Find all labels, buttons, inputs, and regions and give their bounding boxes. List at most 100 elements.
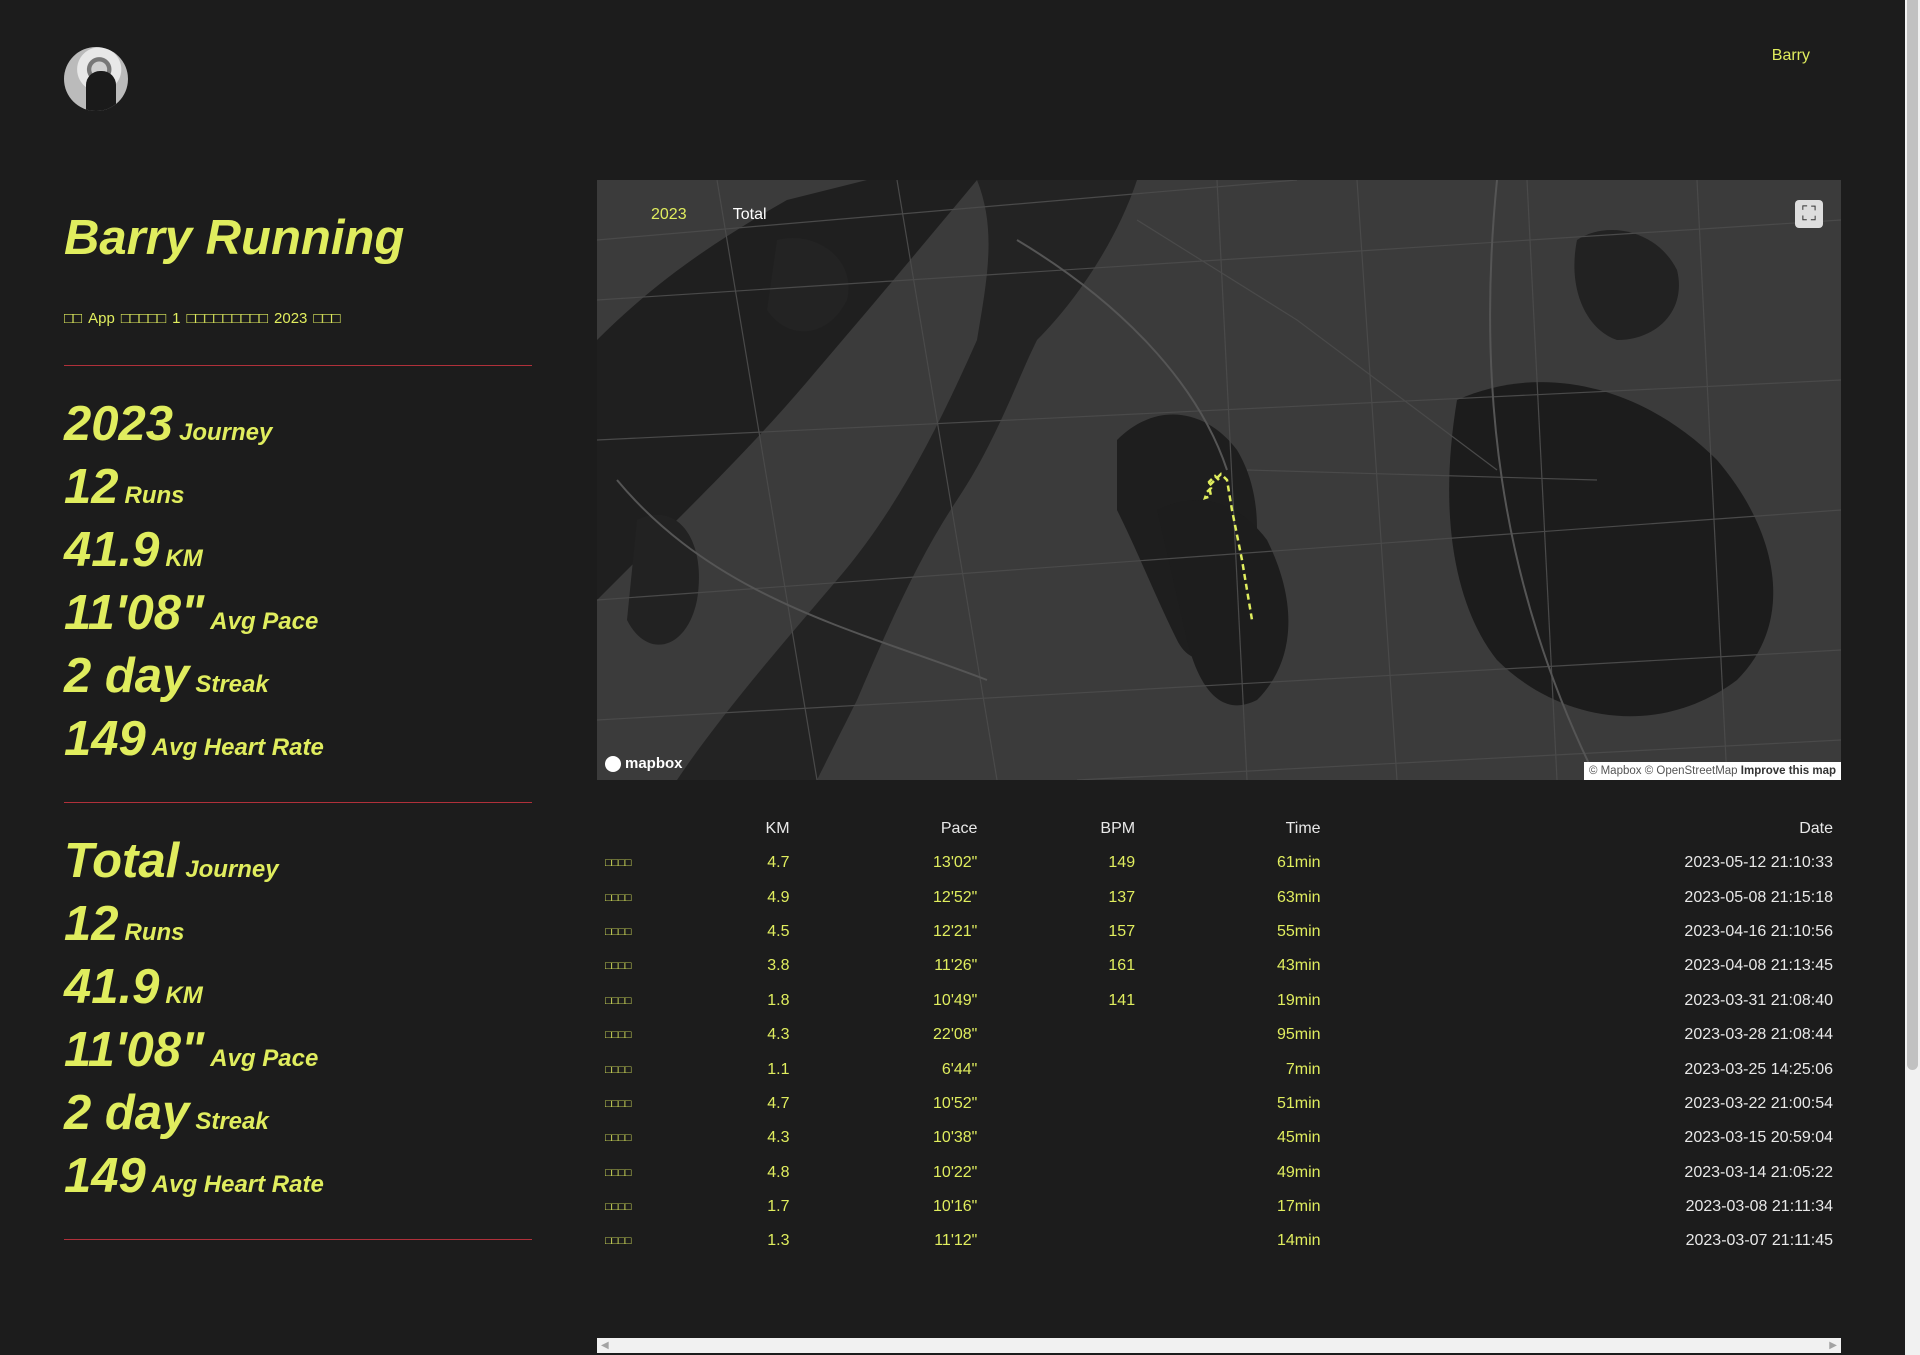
stat-label: Runs [124, 919, 185, 946]
stat-label: Avg Pace [210, 1045, 319, 1072]
table-row[interactable]: □□□□ 4.7 13'02" 149 61min 2023-05-12 21:10:33 [597, 846, 1841, 880]
mapbox-icon [605, 755, 621, 772]
tab-total[interactable]: Total [733, 206, 767, 223]
table-row[interactable]: □□□□ 1.3 11'12" 14min 2023-03-07 21:11:45 [597, 1224, 1841, 1258]
run-km: 4.5 [767, 922, 790, 940]
stat-value: 12 [64, 897, 119, 951]
table-row[interactable]: □□□□ 4.9 12'52" 137 63min 2023-05-08 21:15:18 [597, 880, 1841, 914]
run-bpm [985, 1224, 1143, 1258]
run-km: 4.9 [767, 888, 790, 906]
stat-value: 11'08" [64, 1023, 205, 1077]
tab-2023[interactable]: 2023 [651, 206, 687, 223]
run-name: □□□□ [605, 1201, 632, 1214]
table-row[interactable]: □□□□ 1.1 6'44" 7min 2023-03-25 14:25:06 [597, 1052, 1841, 1086]
run-name: □□□□ [605, 1132, 632, 1145]
run-km: 1.7 [767, 1198, 790, 1216]
total-stats: Total Journey 12 Runs 41.9 KM 11'08" Avg Pace 2 … [64, 834, 532, 1202]
table-row[interactable]: □□□□ 3.8 11'26" 161 43min 2023-04-08 21:13:45 [597, 949, 1841, 983]
run-name: □□□□ [605, 1166, 632, 1179]
run-name: □□□□ [605, 1097, 632, 1110]
scroll-left-icon[interactable]: ◀ [601, 1340, 609, 1351]
avatar[interactable] [64, 47, 128, 111]
run-date: 2023-03-07 21:11:45 [1685, 1232, 1833, 1250]
table-row[interactable]: □□□□ 4.3 10'38" 45min 2023-03-15 20:59:04 [597, 1121, 1841, 1155]
column-header[interactable]: Time [1143, 812, 1328, 846]
intro-text: □□ App □□□□□ 1 □□□□□□□□□ 2023 □□□ [64, 310, 532, 327]
run-date: 2023-05-12 21:10:33 [1684, 854, 1833, 872]
attribution-text[interactable]: © Mapbox © OpenStreetMap [1589, 765, 1738, 777]
run-bpm: 149 [1108, 854, 1136, 872]
run-pace: 11'26" [934, 957, 978, 975]
left-panel: Barry Running □□ App □□□□□ 1 □□□□□□□□□ 2023 □□… [64, 200, 532, 1272]
table-header-row: KM Pace BPM Time Date [597, 812, 1841, 846]
stat-label: Avg Heart Rate [151, 1171, 324, 1198]
table-row[interactable]: □□□□ 1.7 10'16" 17min 2023-03-08 21:11:34 [597, 1190, 1841, 1224]
run-name: □□□□ [605, 925, 632, 938]
stat-label: Runs [124, 482, 185, 509]
table-row[interactable]: □□□□ 4.3 22'08" 95min 2023-03-28 21:08:44 [597, 1018, 1841, 1052]
run-time: 61min [1277, 854, 1321, 872]
divider [64, 802, 532, 803]
run-pace: 13'02" [933, 854, 978, 872]
run-name: □□□□ [605, 891, 632, 904]
stat-item: 2 day Streak [64, 650, 532, 702]
run-pace: 10'49" [933, 991, 978, 1009]
fullscreen-icon[interactable]: ⛶ [1795, 200, 1823, 228]
column-header[interactable] [597, 812, 673, 846]
run-time: 63min [1277, 888, 1321, 906]
run-time: 43min [1277, 957, 1321, 975]
stat-item: 2023 Journey [64, 397, 532, 451]
column-header[interactable]: Date [1329, 812, 1841, 846]
table-row[interactable]: □□□□ 1.8 10'49" 141 19min 2023-03-31 21:08:40 [597, 984, 1841, 1018]
route-map[interactable]: 2023 Total ⛶ mapbox © Mapbox © OpenStree… [597, 180, 1841, 780]
vertical-scrollbar[interactable] [1905, 0, 1920, 1355]
intro-part: □□□ [313, 310, 341, 327]
run-km: 1.8 [767, 991, 790, 1009]
run-km: 4.7 [767, 1094, 790, 1112]
mapbox-logo[interactable]: mapbox [605, 755, 683, 772]
table-row[interactable]: □□□□ 4.5 12'21" 157 55min 2023-04-16 21:10:56 [597, 915, 1841, 949]
run-pace: 10'52" [933, 1094, 978, 1112]
stat-value: 2023 [64, 397, 174, 451]
stat-label: Avg Pace [210, 608, 319, 635]
run-time: 7min [1285, 1060, 1321, 1078]
run-time: 17min [1277, 1198, 1321, 1216]
run-time: 19min [1277, 991, 1321, 1009]
run-pace: 12'21" [933, 922, 978, 940]
scroll-right-icon[interactable]: ▶ [1829, 1340, 1837, 1351]
stat-label: Streak [195, 671, 269, 698]
stat-item: 2 day Streak [64, 1087, 532, 1139]
table-row[interactable]: □□□□ 4.7 10'52" 51min 2023-03-22 21:00:54 [597, 1087, 1841, 1121]
run-date: 2023-03-22 21:00:54 [1684, 1094, 1833, 1112]
map-attribution: © Mapbox © OpenStreetMap Improve this ma… [1583, 762, 1841, 780]
column-header[interactable]: KM [673, 812, 798, 846]
run-time: 51min [1277, 1094, 1321, 1112]
run-km: 4.7 [767, 854, 790, 872]
stat-item: 149 Avg Heart Rate [64, 1150, 532, 1202]
column-header[interactable]: Pace [798, 812, 986, 846]
run-time: 49min [1277, 1163, 1321, 1181]
intro-part: 2023 [274, 310, 308, 327]
run-name: □□□□ [605, 1063, 632, 1076]
horizontal-scrollbar[interactable]: ◀ ▶ [597, 1338, 1841, 1353]
stat-label: KM [165, 545, 203, 572]
stat-value: Total [64, 834, 180, 888]
run-bpm [985, 1156, 1143, 1190]
stat-value: 11'08" [64, 586, 205, 640]
run-bpm [985, 1121, 1143, 1155]
stat-item: 11'08" Avg Pace [64, 1023, 532, 1077]
nav-link-barry[interactable]: Barry [1772, 47, 1810, 65]
run-name: □□□□ [605, 1235, 632, 1248]
table-row[interactable]: □□□□ 4.8 10'22" 49min 2023-03-14 21:05:22 [597, 1156, 1841, 1190]
run-bpm [985, 1190, 1143, 1224]
run-date: 2023-05-08 21:15:18 [1684, 888, 1833, 906]
stat-item: 149 Avg Heart Rate [64, 713, 532, 765]
run-bpm: 161 [1108, 957, 1136, 975]
run-time: 95min [1277, 1026, 1321, 1044]
stat-label: KM [165, 982, 203, 1009]
intro-part: App [88, 310, 115, 327]
improve-map-link[interactable]: Improve this map [1741, 765, 1836, 777]
scrollbar-thumb[interactable] [1907, 0, 1918, 1070]
run-pace: 22'08" [933, 1026, 978, 1044]
column-header[interactable]: BPM [985, 812, 1143, 846]
